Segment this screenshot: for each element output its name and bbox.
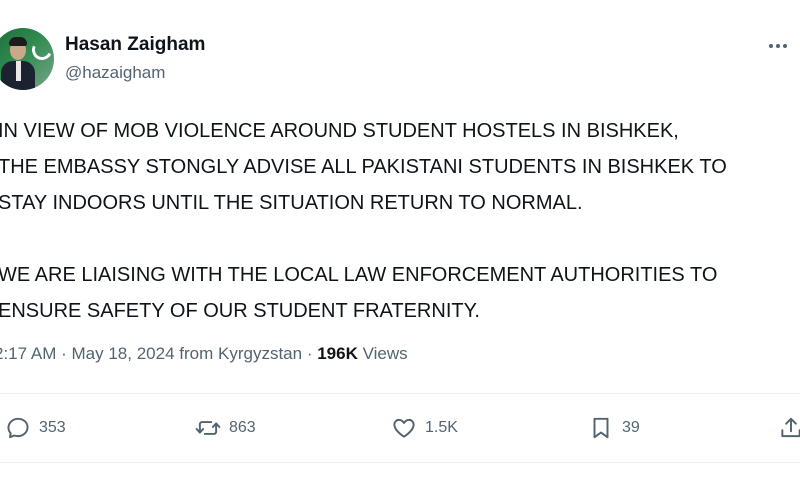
tweet-location: from Kyrgyzstan — [179, 344, 303, 363]
divider — [0, 393, 800, 394]
tweet-line: WE ARE LIAISING WITH THE LOCAL LAW ENFOR… — [0, 264, 718, 286]
tweet-date[interactable]: May 18, 2024 — [72, 344, 175, 363]
bookmark-button[interactable]: 39 — [588, 414, 640, 442]
meta-separator: · — [61, 344, 67, 363]
views-label: Views — [362, 344, 408, 363]
more-dot — [783, 44, 787, 48]
more-icon[interactable] — [760, 36, 796, 56]
avatar-person-tie — [16, 61, 21, 81]
repost-count: 863 — [229, 419, 256, 436]
tweet-line: IN VIEW OF MOB VIOLENCE AROUND STUDENT H… — [0, 120, 679, 142]
bookmark-count: 39 — [622, 419, 640, 436]
share-icon — [781, 417, 800, 438]
avatar[interactable] — [0, 28, 54, 90]
avatar-person-hair — [9, 37, 27, 46]
reply-button[interactable]: 353 — [5, 414, 66, 442]
heart-icon — [393, 418, 415, 438]
repost-icon — [195, 421, 221, 435]
share-button[interactable] — [778, 414, 800, 442]
tweet-meta: 2:17 AM · May 18, 2024 from Kyrgyzstan ·… — [0, 344, 408, 364]
author-handle[interactable]: @hazaigham — [65, 63, 165, 83]
reply-icon — [7, 417, 29, 439]
bookmark-icon — [593, 417, 609, 439]
like-button[interactable]: 1.5K — [391, 414, 458, 442]
tweet-line: STAY INDOORS UNTIL THE SITUATION RETURN … — [0, 192, 583, 214]
tweet-line: ENSURE SAFETY OF OUR STUDENT FRATERNITY. — [0, 300, 480, 322]
like-count: 1.5K — [425, 419, 458, 436]
more-dot — [776, 44, 780, 48]
repost-button[interactable]: 863 — [195, 414, 256, 442]
more-dot — [769, 44, 773, 48]
meta-separator: · — [306, 344, 313, 363]
views-count[interactable]: 196K — [317, 344, 358, 363]
reply-count: 353 — [39, 419, 66, 436]
flag-crescent-icon — [29, 37, 54, 63]
divider — [0, 462, 800, 463]
tweet-time[interactable]: 2:17 AM — [0, 344, 56, 363]
author-name[interactable]: Hasan Zaigham — [65, 34, 205, 56]
tweet-line: THE EMBASSY STONGLY ADVISE ALL PAKISTANI… — [0, 156, 727, 178]
tweet-text: IN VIEW OF MOB VIOLENCE AROUND STUDENT H… — [0, 113, 800, 329]
